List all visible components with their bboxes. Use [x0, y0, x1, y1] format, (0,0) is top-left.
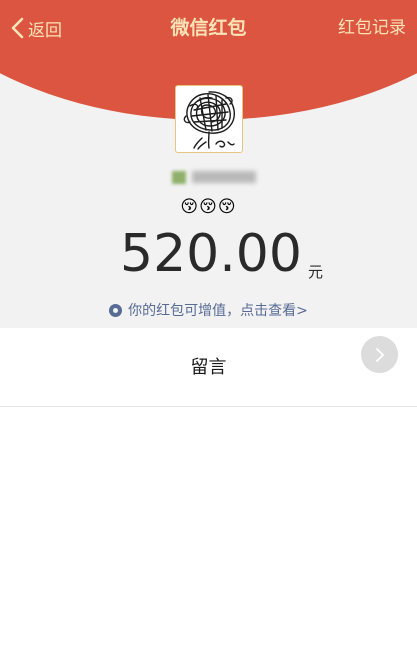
sender-avatar[interactable] — [175, 85, 243, 153]
leave-message-row[interactable]: 留言 — [0, 328, 417, 407]
leave-message-label: 留言 — [190, 357, 227, 378]
sender-name-obscured — [172, 169, 256, 185]
packet-summary-panel: 返回 微信红包 红包记录 😚😚😚 520.00 元 你的红包可增值，点击查看> — [0, 0, 417, 328]
value-added-link-label: 你的红包可增值，点击查看> — [128, 303, 308, 319]
packet-records-link[interactable]: 红包记录 — [338, 14, 406, 42]
value-added-link[interactable]: 你的红包可增值，点击查看> — [0, 301, 417, 321]
chevron-right-icon — [376, 348, 384, 362]
red-packet-detail-page: 返回 微信红包 红包记录 😚😚😚 520.00 元 你的红包可增值，点击查看> … — [0, 0, 417, 659]
growth-icon — [109, 304, 123, 317]
sender-name-blur-prefix — [172, 170, 186, 184]
navigation-bar: 返回 微信红包 红包记录 — [0, 0, 417, 56]
currency-unit: 元 — [307, 263, 323, 281]
sender-name-blur — [192, 171, 256, 183]
message-arrow-button[interactable] — [361, 336, 398, 373]
packet-amount: 520.00 — [120, 224, 302, 284]
amount-display: 520.00 元 — [0, 223, 417, 285]
greeting-emojis: 😚😚😚 — [180, 197, 237, 217]
scribble-avatar-image — [183, 91, 235, 150]
